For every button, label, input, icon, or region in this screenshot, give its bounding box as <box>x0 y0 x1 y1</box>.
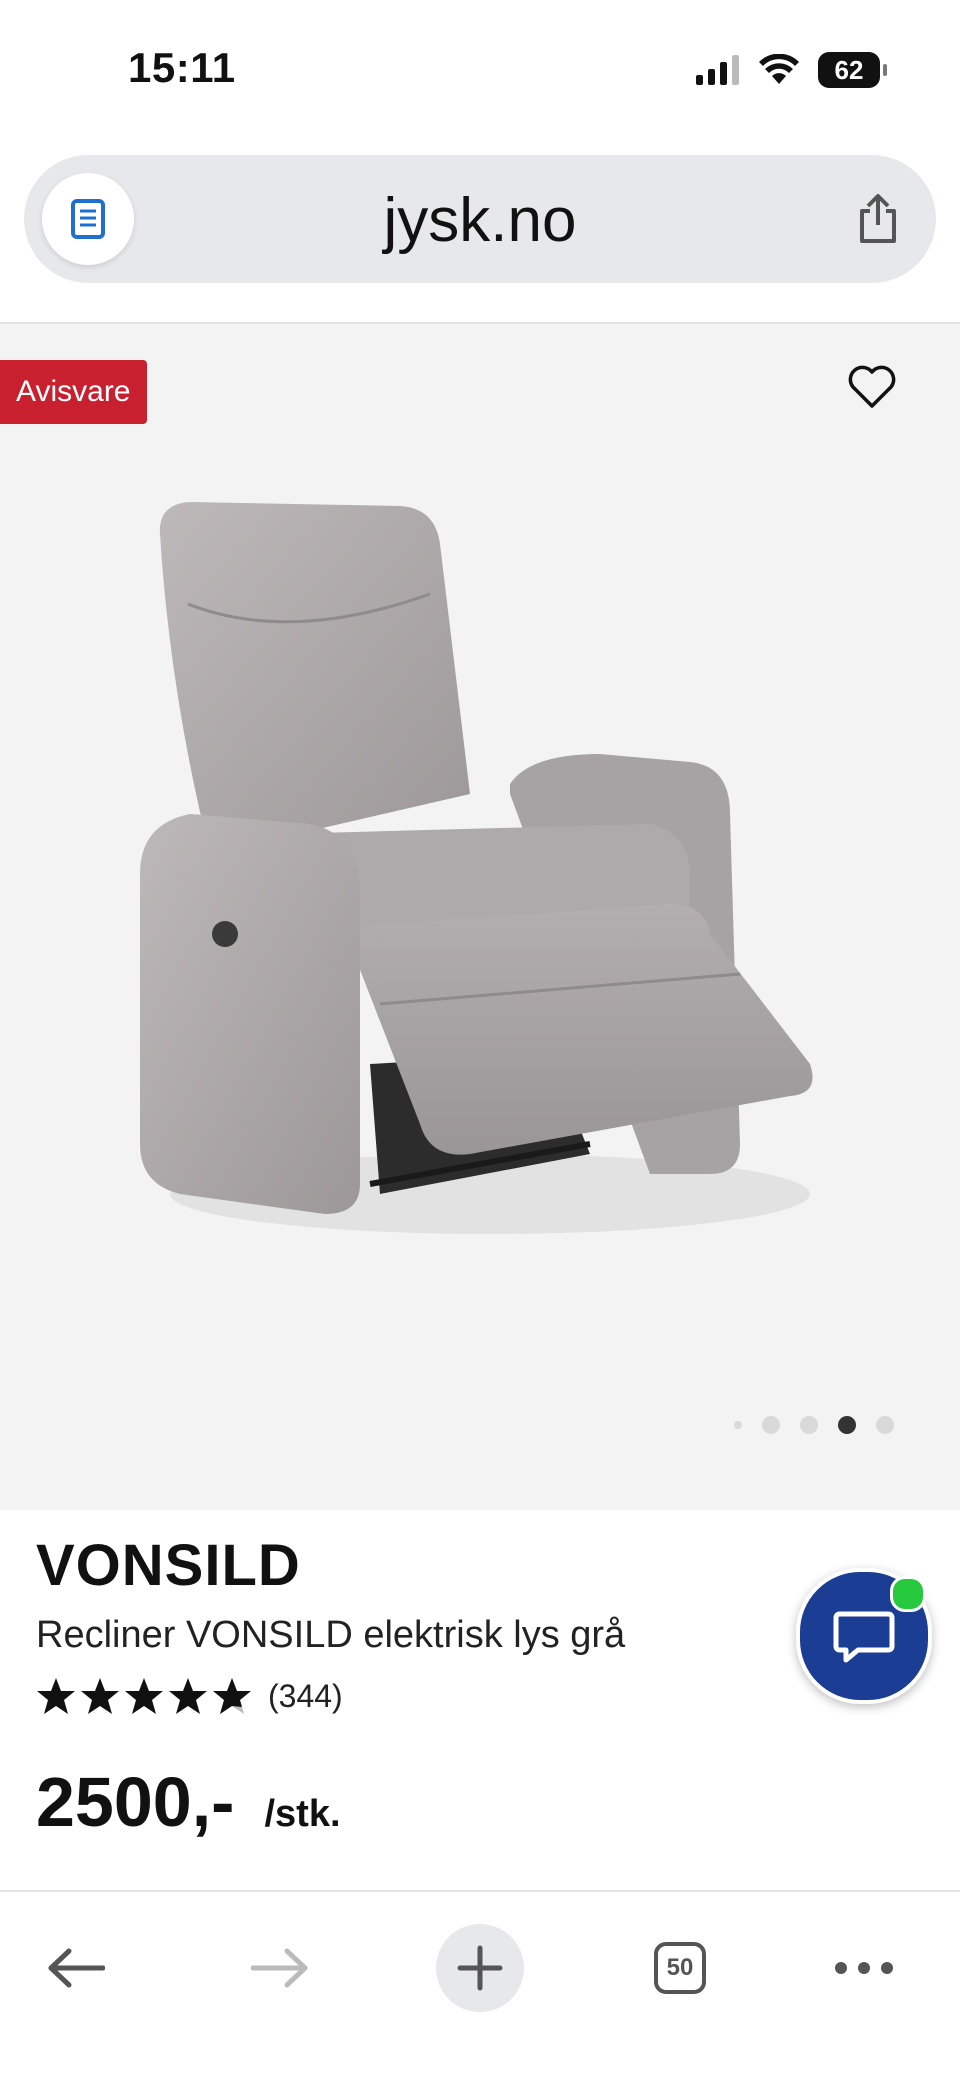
star-icon <box>125 1678 163 1714</box>
gallery-dot[interactable] <box>762 1416 780 1434</box>
price-value: 2500,- <box>36 1763 235 1841</box>
signal-icon <box>696 55 739 85</box>
back-button[interactable] <box>32 1924 120 2012</box>
product-brand: VONSILD <box>36 1533 301 1598</box>
share-button[interactable] <box>848 189 908 249</box>
product-name: Recliner VONSILD elektrisk lys grå <box>36 1614 626 1656</box>
address-bar[interactable]: jysk.no <box>24 155 936 283</box>
battery-indicator: 62 <box>818 52 887 88</box>
price-unit: /stk. <box>264 1793 341 1835</box>
more-button[interactable] <box>820 1924 908 2012</box>
more-icon <box>835 1962 893 1974</box>
online-indicator <box>890 1576 926 1612</box>
star-icon <box>37 1678 75 1714</box>
product-image <box>140 502 813 1234</box>
url-text[interactable]: jysk.no <box>24 185 936 256</box>
forward-button[interactable] <box>236 1924 324 2012</box>
chat-icon <box>833 1611 895 1663</box>
status-bar: 15:11 62 <box>0 0 960 140</box>
plus-icon <box>457 1945 503 1991</box>
gallery-dot[interactable] <box>876 1416 894 1434</box>
tabs-icon: 50 <box>654 1942 706 1994</box>
gallery-dot[interactable] <box>734 1421 742 1429</box>
star-half-icon <box>213 1678 251 1714</box>
wifi-icon <box>759 54 799 84</box>
status-icons: 62 <box>696 50 887 90</box>
product-badge: Avisvare <box>0 360 147 424</box>
star-icon <box>81 1678 119 1714</box>
review-count[interactable]: (344) <box>268 1678 343 1715</box>
browser-toolbar: 50 <box>0 1890 960 2083</box>
gallery-dot-active[interactable] <box>838 1416 856 1434</box>
tabs-button[interactable]: 50 <box>636 1924 724 2012</box>
gallery-dot[interactable] <box>800 1416 818 1434</box>
product-rating[interactable]: (344) <box>36 1676 343 1716</box>
product-price: 2500,- /stk. <box>36 1762 341 1842</box>
new-tab-button[interactable] <box>436 1924 524 2012</box>
product-gallery[interactable]: Avisvare <box>0 324 960 1510</box>
heart-icon[interactable] <box>846 360 898 412</box>
back-arrow-icon <box>48 1948 105 1988</box>
status-time: 15:11 <box>128 44 236 91</box>
gallery-pagination[interactable] <box>734 1416 894 1434</box>
forward-arrow-icon <box>251 1948 308 1988</box>
star-icon <box>169 1678 207 1714</box>
chat-button[interactable] <box>796 1568 932 1704</box>
share-icon <box>860 194 896 243</box>
